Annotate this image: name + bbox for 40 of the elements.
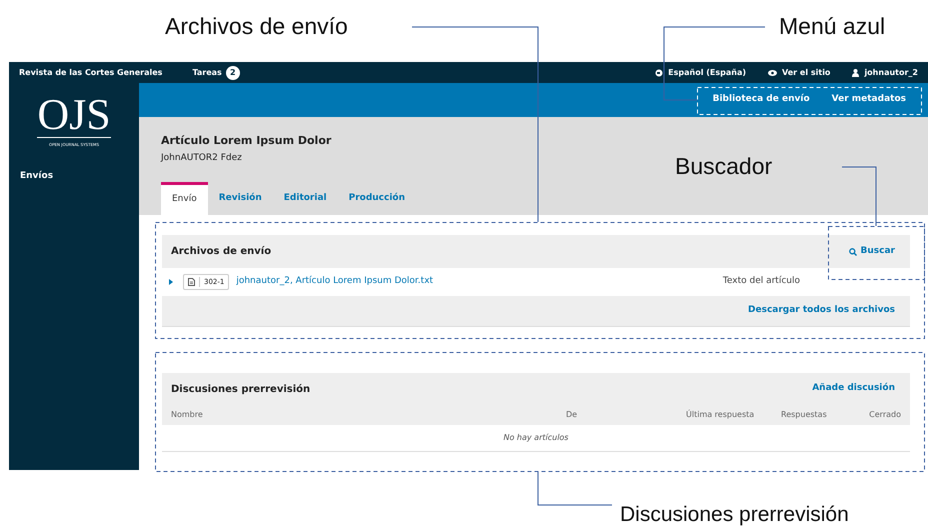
panel-title: Discusiones prerrevisión xyxy=(171,382,310,396)
tab[interactable]: Editorial xyxy=(272,182,338,215)
download-all-link[interactable]: Descargar todos los archivos xyxy=(748,304,895,318)
tab[interactable]: Envío xyxy=(161,182,208,215)
annotation-label: Archivos de envío xyxy=(165,13,348,39)
language-link[interactable]: Español (España) xyxy=(668,66,746,78)
column-header: Última respuesta xyxy=(686,409,756,421)
site-title[interactable]: Revista de las Cortes Generales xyxy=(19,66,162,78)
eye-icon xyxy=(768,70,777,76)
tab[interactable]: Revisión xyxy=(208,182,273,215)
submission-title: Artículo Lorem Ipsum Dolor xyxy=(161,133,332,149)
tasks-link[interactable]: Tareas xyxy=(192,66,222,78)
user-link[interactable]: johnautor_2 xyxy=(864,66,918,78)
view-site-link[interactable]: Ver el sitio xyxy=(782,66,830,78)
column-header: Cerrado xyxy=(868,409,901,421)
annotation-label: Buscador xyxy=(675,153,772,179)
file-type: Texto del artículo xyxy=(722,275,800,288)
tab[interactable]: Producción xyxy=(338,182,416,215)
search-button[interactable]: Buscar xyxy=(848,244,895,258)
add-discussion-link[interactable]: Añade discusión xyxy=(812,382,895,396)
document-icon xyxy=(188,278,195,286)
globe-icon xyxy=(655,68,664,76)
submission-author: JohnAUTOR2 Fdez xyxy=(161,152,243,164)
search-icon xyxy=(848,248,857,256)
sidebar-item[interactable]: Envíos xyxy=(20,170,139,184)
annotation-label: Menú azul xyxy=(779,13,886,39)
empty-message: No hay artículos xyxy=(504,432,568,444)
leader-line xyxy=(842,166,876,226)
panel-title: Archivos de envío xyxy=(171,245,272,259)
column-header: Nombre xyxy=(171,409,204,421)
menu-link[interactable]: Ver metadatos xyxy=(832,93,906,107)
tasks-count-badge: 2 xyxy=(226,66,240,80)
column-header: De xyxy=(566,409,578,421)
file-link[interactable]: johnautor_2, Artículo Lorem Ipsum Dolor.txt xyxy=(236,275,434,289)
column-header: Respuestas xyxy=(781,409,828,421)
expand-icon[interactable] xyxy=(169,279,173,285)
logo: OJS xyxy=(37,93,111,138)
user-icon xyxy=(852,68,860,76)
menu-link[interactable]: Biblioteca de envío xyxy=(712,93,810,107)
annotation-label: Discusiones prerrevisión xyxy=(620,502,849,527)
